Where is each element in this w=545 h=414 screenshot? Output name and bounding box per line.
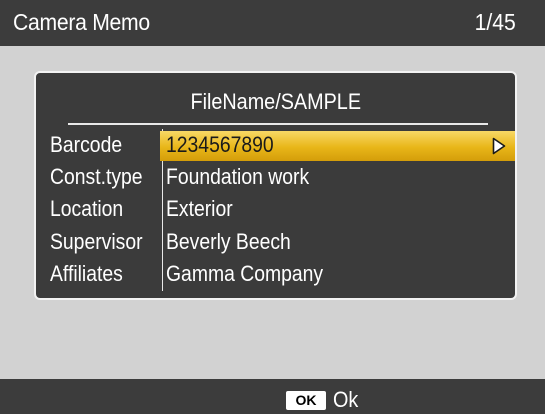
row-value: Beverly Beech	[166, 229, 291, 254]
camera-memo-screen: Camera Memo 1/45 FileName/SAMPLE Barcode…	[0, 0, 545, 414]
row-label: Location	[50, 196, 124, 221]
page-counter: 1/45	[474, 9, 516, 35]
ok-button-icon[interactable]: OK	[286, 391, 326, 410]
file-name-heading: FileName/SAMPLE	[36, 89, 515, 115]
ok-label: Ok	[333, 387, 359, 412]
memo-row-const-type[interactable]: Const.type Foundation work	[36, 163, 515, 195]
memo-row-affiliates[interactable]: Affiliates Gamma Company	[36, 260, 515, 292]
heading-divider	[68, 123, 488, 125]
memo-row-barcode[interactable]: Barcode 1234567890	[36, 131, 515, 163]
row-value: Exterior	[166, 196, 233, 221]
row-value: Gamma Company	[166, 261, 324, 286]
row-label: Affiliates	[50, 261, 123, 286]
right-triangle-arrow-icon[interactable]	[492, 137, 506, 155]
file-name-text: FileName/SAMPLE	[190, 89, 361, 114]
row-value: Foundation work	[166, 164, 310, 189]
row-label: Supervisor	[50, 229, 143, 254]
title-bar: Camera Memo 1/45	[0, 0, 545, 46]
row-label: Barcode	[50, 132, 123, 157]
memo-row-location[interactable]: Location Exterior	[36, 195, 515, 227]
row-value: 1234567890	[166, 132, 274, 157]
row-label: Const.type	[50, 164, 143, 189]
memo-row-supervisor[interactable]: Supervisor Beverly Beech	[36, 228, 515, 260]
memo-panel: FileName/SAMPLE Barcode 1234567890 Const…	[34, 71, 517, 300]
footer-bar: OK Ok	[0, 379, 545, 414]
screen-title: Camera Memo	[13, 9, 150, 35]
